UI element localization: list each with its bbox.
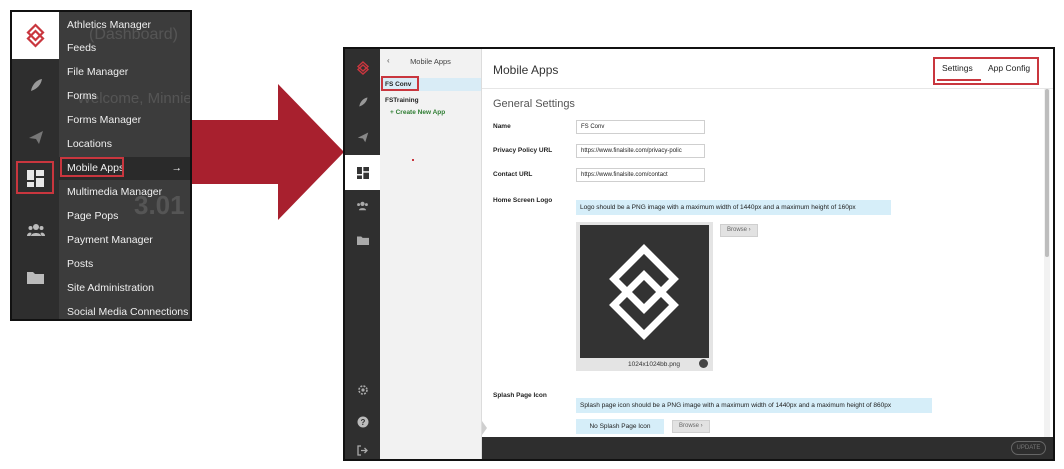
remove-logo-icon[interactable]: [699, 359, 708, 368]
app-item-label: FSTraining: [385, 97, 419, 104]
arrow-right-icon: →: [171, 162, 183, 174]
browse-label: Browse: [679, 423, 700, 429]
menu-item-athletics-manager[interactable]: Athletics Manager: [59, 14, 190, 37]
menu-item-label: Site Administration: [67, 282, 154, 294]
highlight-box-tabs: [933, 57, 1039, 85]
menu-item-payment-manager[interactable]: Payment Manager: [59, 229, 190, 252]
menu-item-posts[interactable]: Posts: [59, 253, 190, 276]
main-content: Mobile Apps Settings App Config General …: [482, 49, 1053, 459]
menu-item-label: Feeds: [67, 42, 97, 54]
highlight-box-mobile-apps: [60, 157, 124, 177]
create-new-app-link[interactable]: + Create New App: [390, 109, 445, 116]
menu-item-feeds[interactable]: Feeds: [59, 37, 190, 60]
menu-item-file-manager[interactable]: File Manager: [59, 61, 190, 84]
splash-icon-hint: Splash page icon should be a PNG image w…: [576, 398, 932, 413]
splash-icon-label: Splash Page Icon: [493, 392, 547, 399]
section-title: General Settings: [493, 98, 575, 110]
finalsite-logo-preview: [580, 225, 709, 358]
apps-nav-panel: ‹ Mobile Apps FS Conv FSTraining + Creat…: [380, 49, 482, 459]
menu-item-social-media-connections[interactable]: Social Media Connections: [59, 301, 190, 319]
dashboard-grid-icon[interactable]: [345, 155, 380, 190]
home-logo-hint: Logo should be a PNG image with a maximu…: [576, 200, 891, 215]
nav-title: Mobile Apps: [410, 57, 451, 66]
highlight-box-dashboard-icon: [16, 161, 54, 194]
feather-icon[interactable]: [12, 70, 59, 100]
app-window: ? ‹ Mobile Apps FS Conv FSTraining + Cre…: [343, 47, 1055, 461]
window-icon-rail: ?: [345, 49, 380, 459]
paper-plane-icon[interactable]: [12, 122, 59, 152]
contact-url-input[interactable]: https://www.finalsite.com/contact: [576, 168, 705, 182]
folder-icon[interactable]: [12, 262, 59, 292]
menu-item-label: Posts: [67, 258, 94, 270]
menu-item-site-administration[interactable]: Site Administration: [59, 277, 190, 300]
menu-item-label: Social Media Connections: [67, 306, 189, 318]
collapse-handle-icon[interactable]: [482, 421, 487, 435]
menu-item-label: Multimedia Manager: [67, 186, 163, 198]
logo-file-name: 1024x1024bb.png: [628, 361, 681, 368]
page-title: Mobile Apps: [493, 63, 559, 77]
zoomed-menu-panel: (Dashboard) Welcome, Minnie 3.01 Athleti…: [10, 10, 192, 321]
logo-preview-card: 1024x1024bb.png: [576, 222, 713, 371]
feather-icon[interactable]: [345, 89, 380, 115]
scrollbar-thumb[interactable]: [1045, 89, 1049, 257]
red-dot-marker: [412, 159, 414, 161]
name-input[interactable]: FS Conv: [576, 120, 705, 134]
menu-item-label: Payment Manager: [67, 234, 153, 246]
menu-item-label: Forms Manager: [67, 114, 142, 126]
pointer-arrow-icon: [192, 84, 344, 220]
menu-item-forms-manager[interactable]: Forms Manager: [59, 109, 190, 132]
menu-item-multimedia-manager[interactable]: Multimedia Manager: [59, 181, 190, 204]
contact-url-label: Contact URL: [493, 171, 533, 178]
users-icon[interactable]: [12, 215, 59, 245]
update-button[interactable]: UPDATE: [1011, 441, 1046, 455]
browse-logo-button[interactable]: Browse ›: [720, 224, 758, 237]
vertical-scrollbar[interactable]: [1044, 89, 1050, 439]
menu-item-label: Page Pops: [67, 210, 119, 222]
svg-text:?: ?: [360, 418, 365, 427]
help-icon[interactable]: ?: [345, 409, 380, 435]
app-item-fstraining[interactable]: FSTraining: [380, 94, 481, 107]
menu-item-forms[interactable]: Forms: [59, 85, 190, 108]
menu-item-page-pops[interactable]: Page Pops: [59, 205, 190, 228]
users-icon[interactable]: [345, 193, 380, 219]
highlight-box-fs-conv: [381, 76, 419, 91]
browse-splash-button[interactable]: Browse ›: [672, 420, 710, 433]
folder-icon[interactable]: [345, 227, 380, 253]
no-splash-icon-placeholder: No Splash Page Icon: [576, 419, 664, 434]
browse-label: Browse: [727, 227, 748, 233]
gear-icon[interactable]: [345, 377, 380, 403]
menu-item-label: File Manager: [67, 66, 129, 78]
menu-item-label: Locations: [67, 138, 112, 150]
finalsite-logo-icon[interactable]: [12, 12, 59, 59]
menu-item-label: Forms: [67, 90, 97, 102]
privacy-url-input[interactable]: https://www.finalsite.com/privacy-polic: [576, 144, 705, 158]
paper-plane-icon[interactable]: [345, 124, 380, 150]
menu-item-label: Athletics Manager: [67, 19, 152, 31]
privacy-url-label: Privacy Policy URL: [493, 147, 553, 154]
home-logo-label: Home Screen Logo: [493, 197, 553, 204]
name-label: Name: [493, 123, 511, 130]
menu-item-locations[interactable]: Locations: [59, 133, 190, 156]
finalsite-logo-icon[interactable]: [345, 55, 380, 81]
logout-icon[interactable]: [345, 437, 380, 459]
footer-bar: UPDATE: [482, 437, 1053, 459]
page-header: Mobile Apps Settings App Config: [482, 49, 1053, 89]
